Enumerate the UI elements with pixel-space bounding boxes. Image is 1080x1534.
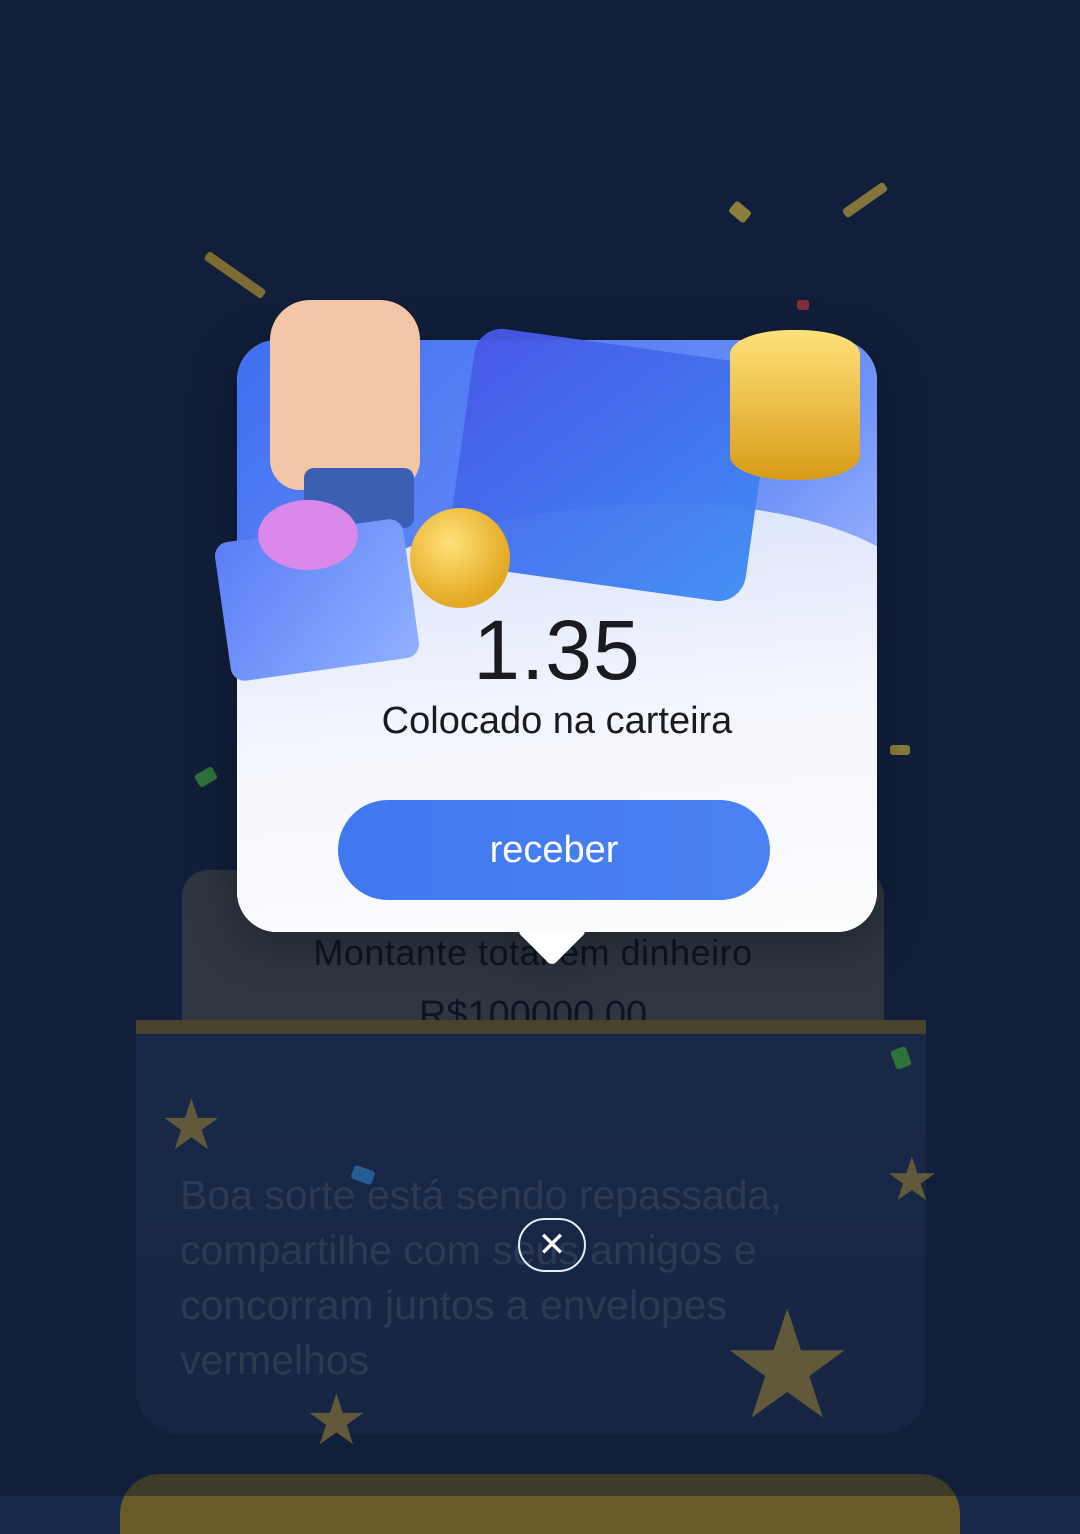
gift-ribbon: [258, 500, 358, 570]
close-icon: ✕: [537, 1226, 567, 1264]
reward-subtitle: Colocado na carteira: [381, 700, 733, 742]
gold-coins-icon: [730, 330, 860, 480]
gold-coin-icon: [410, 508, 510, 608]
rock-hand-icon: [270, 300, 420, 490]
close-button[interactable]: ✕: [518, 1218, 586, 1272]
receive-button[interactable]: receber: [338, 800, 770, 900]
